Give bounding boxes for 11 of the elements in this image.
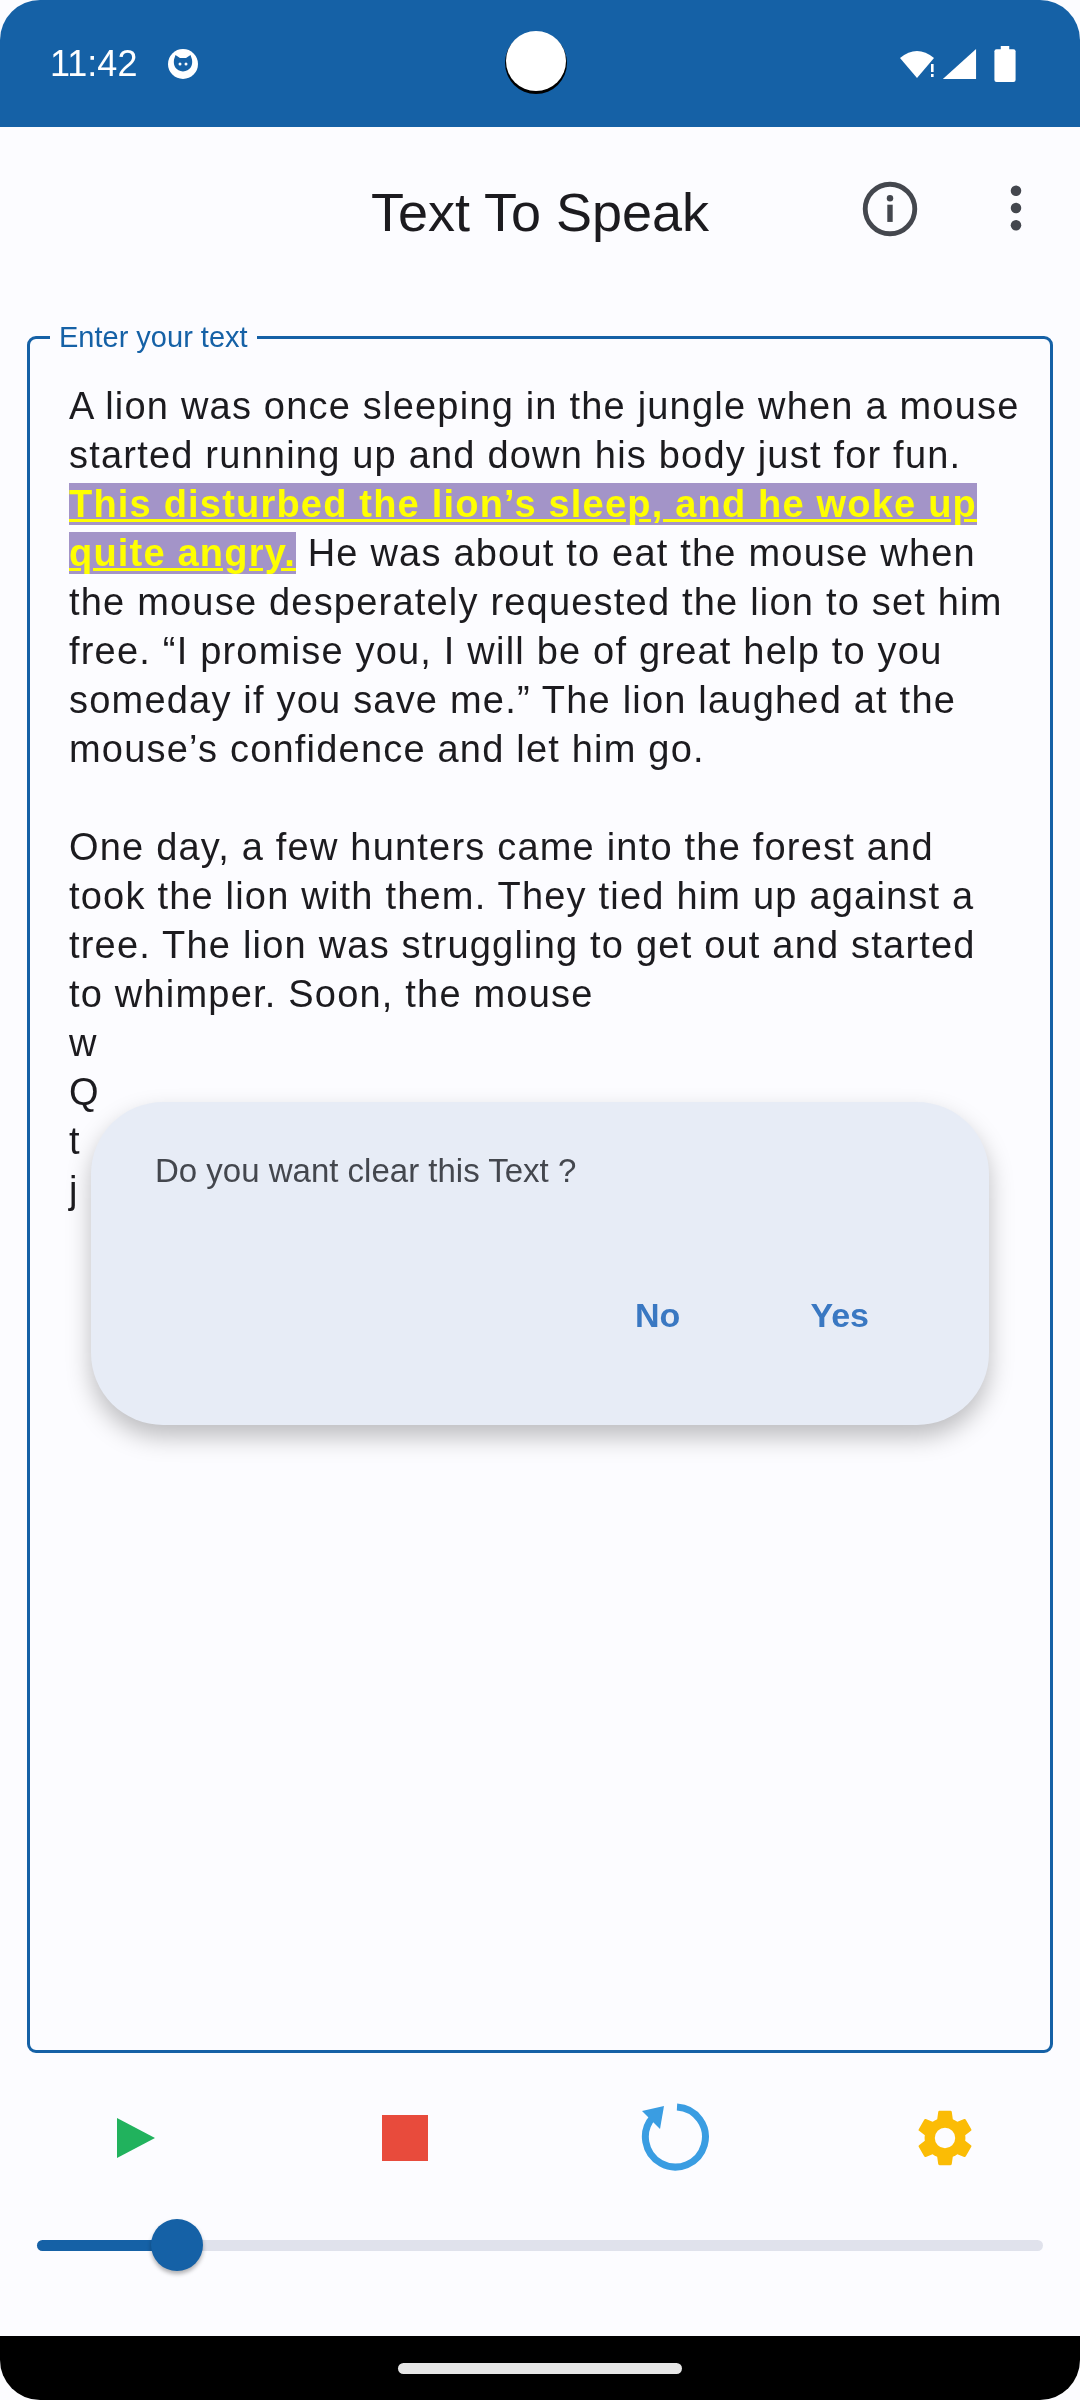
text-fragment: t <box>69 1120 81 1162</box>
dialog-message: Do you want clear this Text ? <box>155 1152 578 1190</box>
app-title: Text To Speak <box>370 181 710 243</box>
status-time: 11:42 <box>50 42 138 85</box>
text-fragment: j <box>69 1169 79 1211</box>
text-fragment: w <box>69 1022 98 1064</box>
story-paragraph: A lion was once sleeping in the jungle when a mouse started running up and down his body just for fun. This disturbed the lion’s sleep, and he woke up quite angry. He was about to eat the mouse when the mouse desperately requested the lion to set him free. “I promise you, I will be of great help to you someday if you save me.” The lion laughed at the mouse’s confidence and let him go. <box>69 384 1020 772</box>
dialog-button[interactable]: No <box>625 1288 691 1343</box>
text-fragment: Q <box>69 1071 100 1113</box>
dialog-button[interactable]: Yes <box>800 1288 879 1343</box>
field-label: Enter your text <box>58 320 249 354</box>
